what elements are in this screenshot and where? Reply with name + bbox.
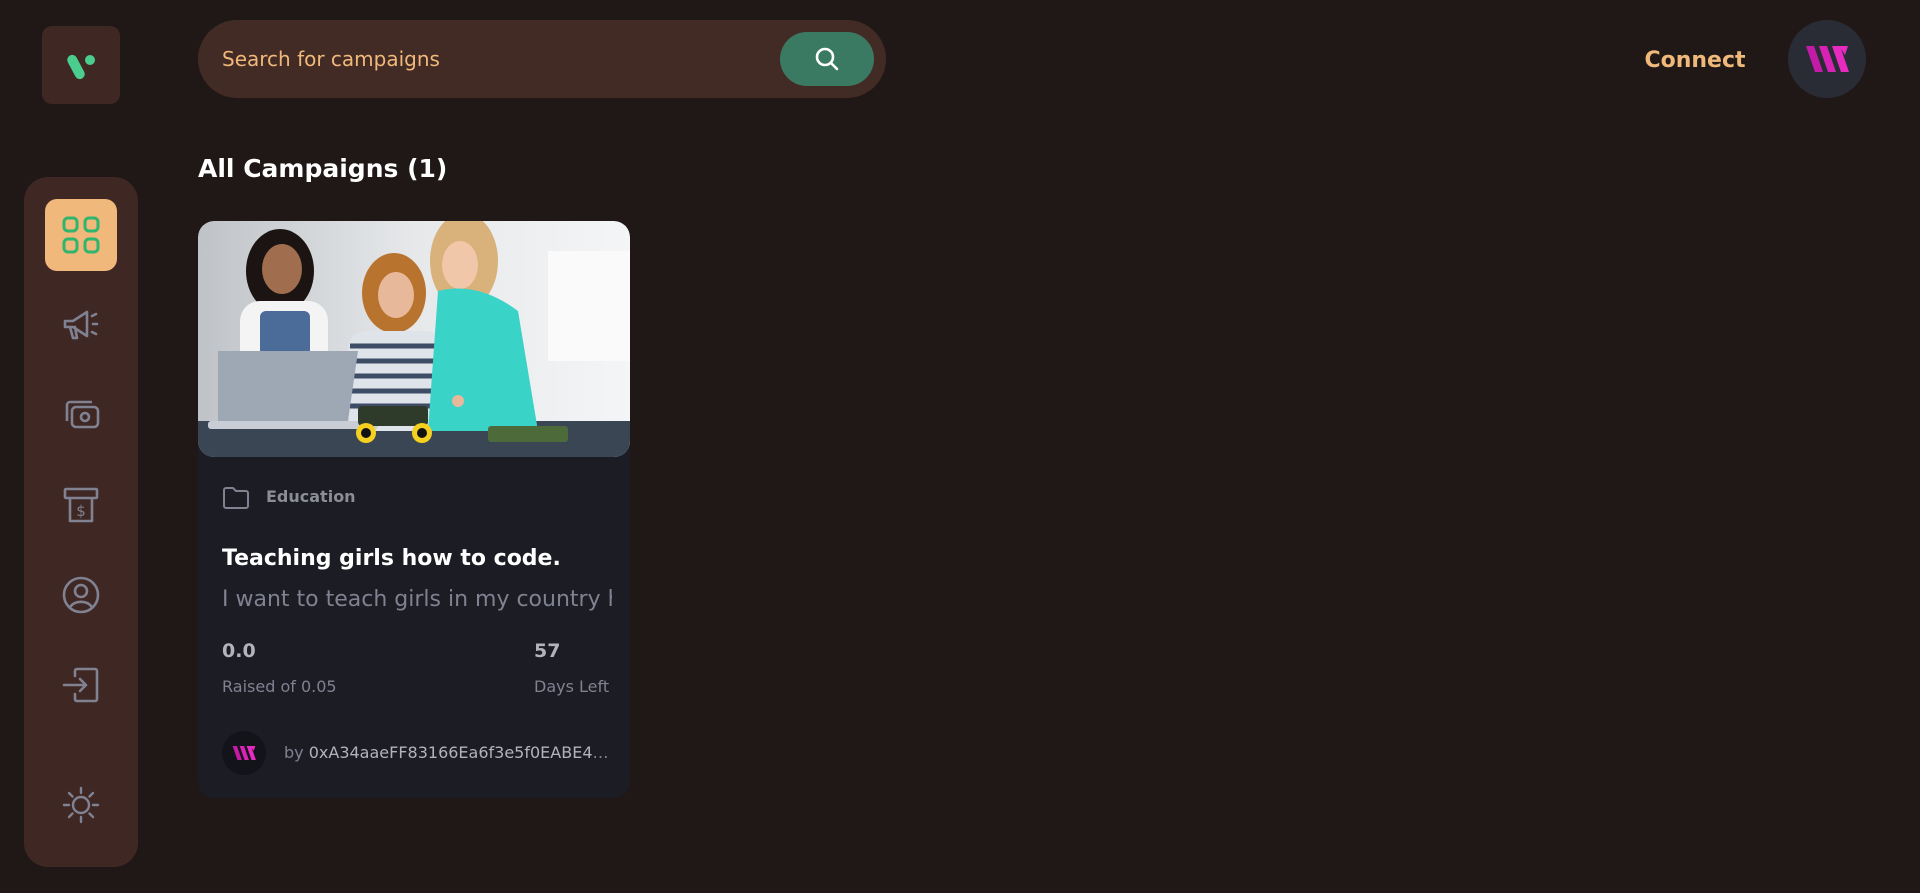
- campaign-card[interactable]: Education Teaching girls how to code. I …: [198, 221, 630, 798]
- sidebar-item-dashboard[interactable]: [45, 199, 117, 271]
- sidebar-item-logout[interactable]: [45, 649, 117, 721]
- sidebar-item-payment[interactable]: [45, 379, 117, 451]
- logo-icon: [67, 54, 95, 80]
- page-title: All Campaigns (1): [198, 154, 448, 183]
- sidebar-item-withdraw[interactable]: $: [45, 469, 117, 541]
- days-left: 57: [534, 640, 561, 662]
- withdraw-icon: $: [63, 487, 99, 523]
- campaign-description: I want to teach girls in my country how …: [222, 587, 612, 612]
- sidebar-item-profile[interactable]: [45, 559, 117, 631]
- campaign-owner: by 0xA34aaeFF83166Ea6f3e5f0EABE4a...: [284, 743, 614, 762]
- amount-raised-label: Raised of 0.05: [222, 677, 337, 696]
- sidebar: $: [24, 177, 138, 867]
- avatar[interactable]: [1788, 20, 1866, 98]
- payment-icon: [65, 400, 100, 429]
- amount-raised: 0.0: [222, 640, 256, 662]
- search-icon: [815, 47, 839, 71]
- brand-w-icon: [1806, 46, 1849, 72]
- connect-button[interactable]: Connect: [1620, 40, 1770, 80]
- campaign-title: Teaching girls how to code.: [222, 546, 561, 571]
- campaign-category: Education: [266, 487, 356, 506]
- search-button[interactable]: [780, 32, 874, 86]
- search-bar: [198, 20, 886, 98]
- logout-icon: [62, 667, 99, 703]
- brand-w-icon: [232, 745, 256, 761]
- megaphone-icon: [63, 310, 99, 340]
- owner-avatar: [222, 731, 266, 775]
- sun-icon: [62, 786, 100, 824]
- folder-icon: [223, 487, 249, 509]
- app-logo[interactable]: [42, 26, 120, 104]
- search-input[interactable]: [222, 20, 742, 98]
- svg-text:$: $: [76, 502, 86, 520]
- profile-icon: [62, 576, 100, 614]
- theme-toggle[interactable]: [45, 769, 117, 841]
- dashboard-icon: [62, 216, 100, 254]
- owner-by-label: by: [284, 743, 304, 762]
- owner-address: 0xA34aaeFF83166Ea6f3e5f0EABE4a...: [308, 743, 614, 762]
- sidebar-item-create-campaign[interactable]: [45, 289, 117, 361]
- days-left-label: Days Left: [534, 677, 610, 696]
- campaign-image: [198, 221, 630, 457]
